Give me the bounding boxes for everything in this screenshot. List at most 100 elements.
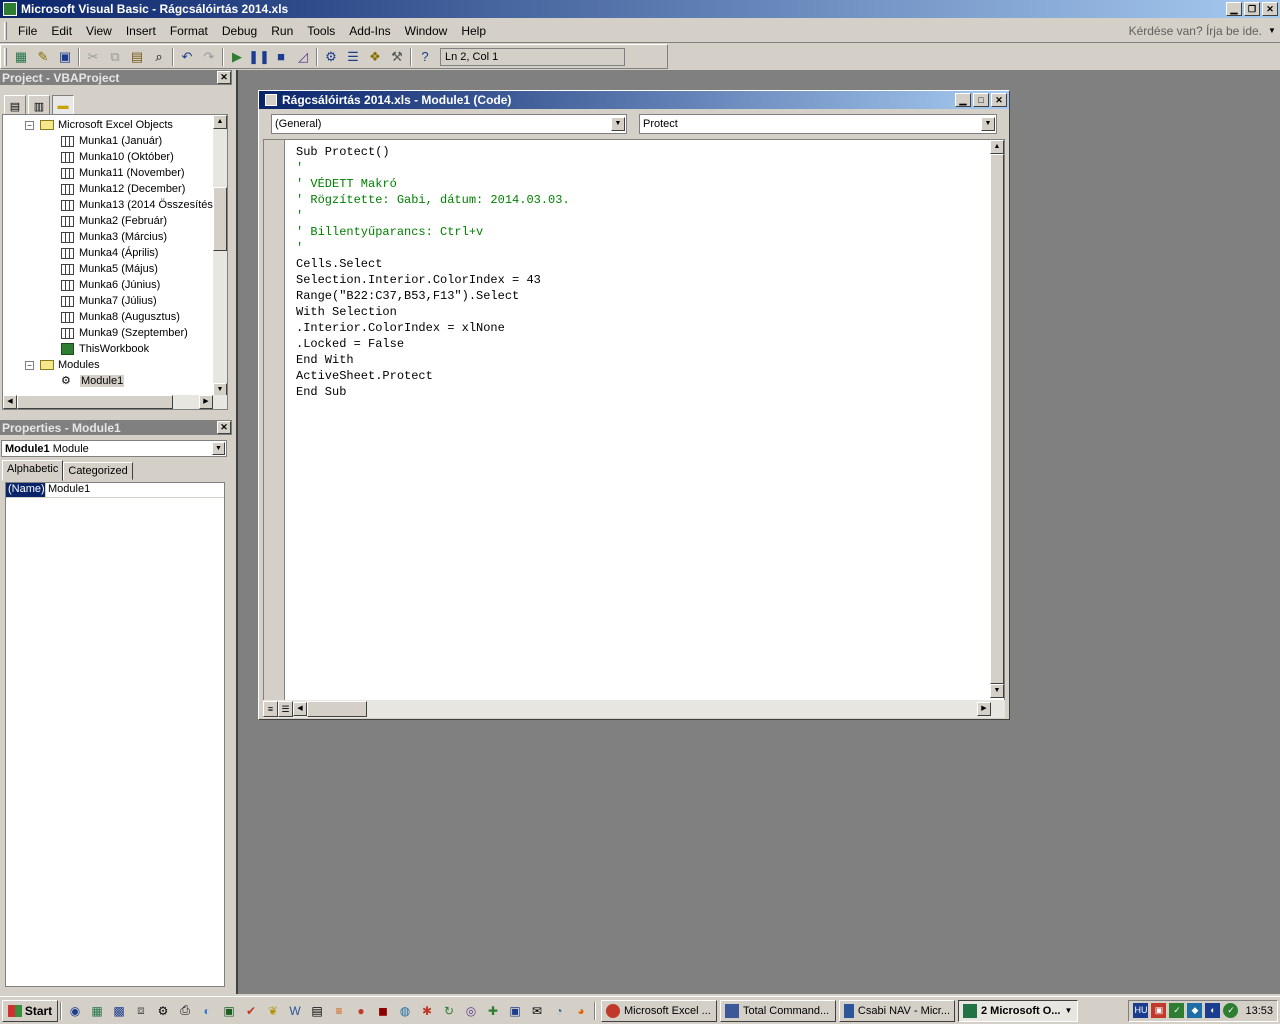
calculator-icon[interactable]: ⚙ [152,1000,174,1022]
chevron-down-icon[interactable]: ▼ [981,117,995,131]
menu-format[interactable]: Format [163,24,215,38]
design-mode-icon[interactable]: ◿ [292,47,314,67]
tree-item-module[interactable]: ⚙ Module1 [61,373,125,389]
tree-item-sheet[interactable]: Munka2 (Február) [61,213,167,229]
clock[interactable]: 13:53 [1245,1005,1273,1017]
tree-item-sheet[interactable]: Munka1 (Január) [61,133,162,149]
paste-icon[interactable]: ▤ [126,47,148,67]
language-indicator[interactable]: HU [1133,1003,1149,1018]
code-minimize-button[interactable]: ▁ [955,93,971,107]
code-line[interactable]: End Sub [296,384,570,400]
tray-app-icon[interactable]: ✓ [1169,1003,1185,1018]
checklist-icon[interactable]: ✔ [240,1000,262,1022]
break-icon[interactable]: ❚❚ [248,47,270,67]
task-button[interactable]: Total Command... [720,999,836,1022]
margin-indicator-bar[interactable] [264,140,285,701]
printer-icon[interactable]: ⎙ [174,1000,196,1022]
scroll-thumb[interactable] [17,395,173,409]
tray-security-icon[interactable]: ✓ [1223,1003,1239,1018]
property-row[interactable]: (Name) Module1 [6,483,224,498]
full-module-view-icon[interactable]: ☰ [278,701,293,717]
code-line[interactable]: ' VÉDETT Makró [296,176,570,192]
bookmarks-icon[interactable]: ❦ [262,1000,284,1022]
show-desktop-icon[interactable]: ◉ [64,1000,86,1022]
cut-icon[interactable]: ✂ [82,47,104,67]
menu-tools[interactable]: Tools [300,24,342,38]
help-search-box[interactable]: Kérdése van? Írja be ide. [1129,24,1262,38]
save-icon[interactable]: ▣ [54,47,76,67]
puzzle-icon[interactable]: ✚ [482,1000,504,1022]
code-line[interactable]: With Selection [296,304,570,320]
tree-item-workbook[interactable]: ThisWorkbook [61,341,149,357]
start-button[interactable]: Start [2,999,58,1022]
task-button[interactable]: Csabi NAV - Micr... [839,999,955,1022]
procedure-view-icon[interactable]: ≡ [263,701,278,717]
tree-item-sheet[interactable]: Munka9 (Szeptember) [61,325,188,341]
code-close-button[interactable]: ✕ [991,93,1007,107]
refresh-icon[interactable]: ↻ [438,1000,460,1022]
code-line[interactable]: ' Rögzítette: Gabi, dátum: 2014.03.03. [296,192,570,208]
code-line[interactable]: ' [296,240,570,256]
globe-icon[interactable]: ◍ [394,1000,416,1022]
code-line[interactable]: End With [296,352,570,368]
scroll-thumb[interactable] [307,701,367,717]
tree-item-sheet[interactable]: Munka6 (Június) [61,277,160,293]
menu-file[interactable]: File [11,24,44,38]
collapse-icon[interactable]: − [25,120,34,130]
project-pane-close-button[interactable]: ✕ [217,71,231,84]
code-line[interactable]: ' Billentyűparancs: Ctrl+v [296,224,570,240]
mail-icon[interactable]: ✉ [526,1000,548,1022]
acrobat-icon[interactable]: ◼ [372,1000,394,1022]
code-line[interactable]: Selection.Interior.ColorIndex = 43 [296,272,570,288]
code-line[interactable]: Sub Protect() [296,144,570,160]
task-button[interactable]: Microsoft Excel ... [601,999,717,1022]
code-line[interactable]: Range("B22:C37,B53,F13").Select [296,288,570,304]
firefox-icon[interactable]: ◕ [570,1000,592,1022]
word-icon[interactable]: W [284,1000,306,1022]
collapse-icon[interactable]: − [25,360,34,370]
tree-horizontal-scrollbar[interactable]: ◀ ▶ [3,395,227,409]
code-line[interactable]: Cells.Select [296,256,570,272]
scroll-up-icon[interactable]: ▲ [213,115,227,129]
browser-icon[interactable]: ◔ [548,1000,570,1022]
tree-item-sheet[interactable]: Munka11 (November) [61,165,185,181]
editor-vertical-scrollbar[interactable]: ▲ ▼ [990,140,1004,698]
scroll-left-icon[interactable]: ◀ [3,395,17,409]
menu-help[interactable]: Help [454,24,493,38]
menu-view[interactable]: View [79,24,119,38]
redo-icon[interactable]: ↷ [198,47,220,67]
scroll-thumb[interactable] [213,187,227,251]
menu-grip[interactable] [4,21,7,40]
bug-icon[interactable]: ✱ [416,1000,438,1022]
object-selector[interactable]: Module1 Module ▼ [1,440,227,457]
excel-quicklaunch-icon[interactable]: ▦ [86,1000,108,1022]
tree-item-sheet[interactable]: Munka7 (Július) [61,293,157,309]
code-line[interactable]: .Locked = False [296,336,570,352]
tree-folder-modules[interactable]: − Modules [25,357,100,373]
cpu-icon[interactable]: ◎ [460,1000,482,1022]
audition-icon[interactable]: ▣ [218,1000,240,1022]
notepad-icon[interactable]: ▤ [306,1000,328,1022]
toolbar-grip[interactable] [4,47,7,66]
tab-alphabetic[interactable]: Alphabetic [2,460,64,481]
menu-window[interactable]: Window [398,24,455,38]
tree-item-sheet[interactable]: Munka8 (Augusztus) [61,309,180,325]
run-icon[interactable]: ▶ [226,47,248,67]
help-icon[interactable]: ? [414,47,436,67]
help-dropdown-icon[interactable]: ▼ [1268,26,1280,35]
code-lines[interactable]: Sub Protect() ' ' VÉDETT Makró ' Rögzítette… [296,144,570,400]
code-maximize-button[interactable]: □ [973,93,989,107]
reset-icon[interactable]: ■ [270,47,292,67]
restore-button[interactable]: ❐ [1244,2,1260,16]
menu-debug[interactable]: Debug [215,24,264,38]
scroll-left-icon[interactable]: ◀ [293,702,307,716]
apple-icon[interactable]: ● [350,1000,372,1022]
tree-folder-excel-objects[interactable]: − Microsoft Excel Objects [25,117,173,133]
object-combo[interactable]: (General) ▼ [271,114,627,134]
chevron-down-icon[interactable]: ▼ [212,442,225,455]
disk-icon[interactable]: ▣ [504,1000,526,1022]
menu-run[interactable]: Run [264,24,300,38]
properties-pane-close-button[interactable]: ✕ [217,421,231,434]
scroll-right-icon[interactable]: ▶ [977,702,991,716]
find-icon[interactable]: ⌕ [148,47,170,67]
